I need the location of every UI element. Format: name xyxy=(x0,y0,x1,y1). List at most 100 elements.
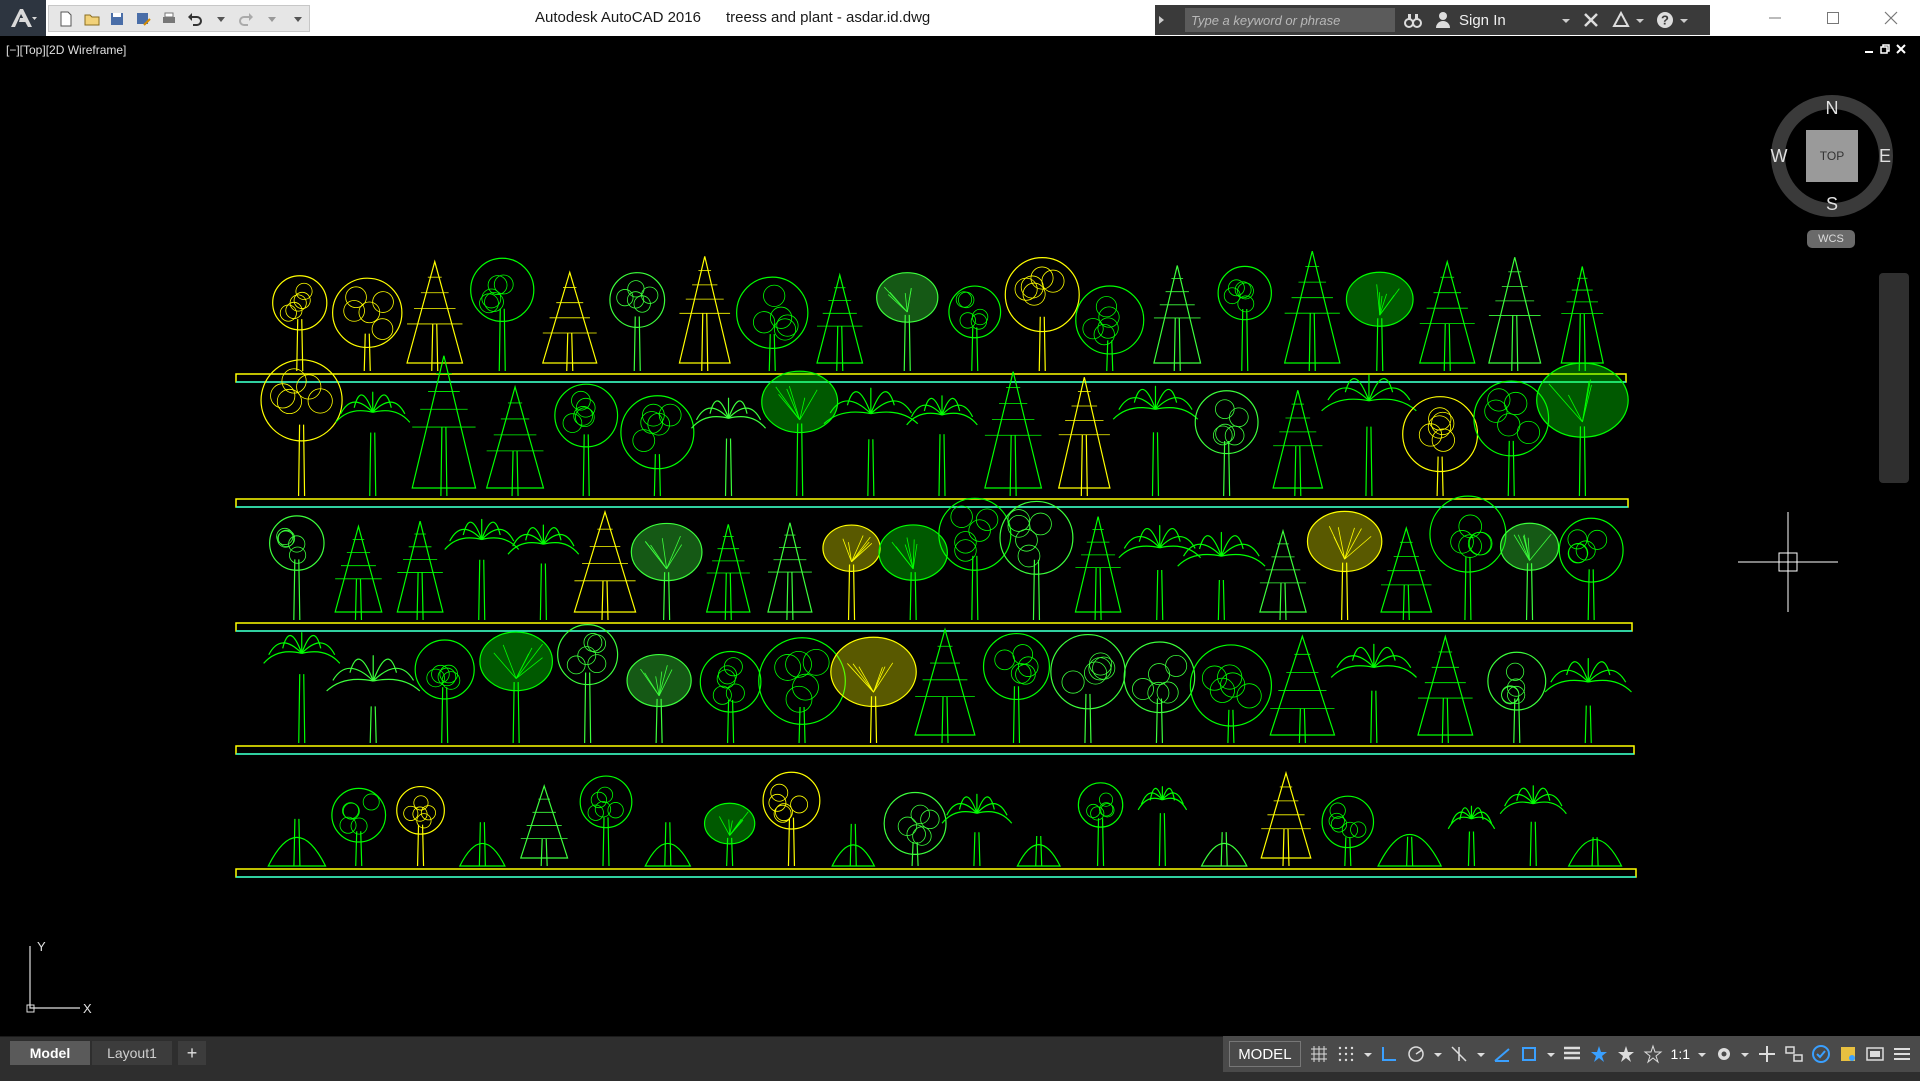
workspace-dropdown-icon[interactable] xyxy=(1738,1041,1752,1067)
tree-symbol[interactable] xyxy=(1418,259,1476,372)
hardware-acceleration-icon[interactable] xyxy=(1808,1041,1833,1067)
viewport-minimize-icon[interactable] xyxy=(1864,44,1874,54)
stay-connected-icon[interactable] xyxy=(1609,8,1633,32)
annotation-scale-icon[interactable] xyxy=(1641,1041,1666,1067)
units-icon[interactable] xyxy=(1781,1041,1806,1067)
tree-symbol[interactable] xyxy=(1402,396,1479,497)
viewport-restore-icon[interactable] xyxy=(1880,44,1890,54)
redo-dropdown-icon[interactable] xyxy=(261,8,283,30)
workspace-gear-icon[interactable] xyxy=(1711,1041,1736,1067)
tree-symbol[interactable] xyxy=(1075,285,1145,372)
tree-symbol[interactable] xyxy=(411,355,477,497)
tree-symbol[interactable] xyxy=(678,256,731,372)
tree-symbol[interactable] xyxy=(948,285,1002,372)
ortho-mode-icon[interactable] xyxy=(1377,1041,1402,1067)
tree-symbol[interactable] xyxy=(272,275,328,372)
tree-symbol[interactable] xyxy=(1074,516,1122,621)
tree-symbol[interactable] xyxy=(1189,644,1273,744)
tree-symbol[interactable] xyxy=(573,509,637,621)
tree-symbol[interactable] xyxy=(1447,805,1496,867)
open-folder-icon[interactable] xyxy=(81,8,103,30)
isodraft-icon[interactable] xyxy=(1447,1041,1472,1067)
new-file-icon[interactable] xyxy=(55,8,77,30)
help-icon[interactable]: ? xyxy=(1653,8,1677,32)
tree-symbol[interactable] xyxy=(644,822,692,867)
minimize-button[interactable] xyxy=(1746,0,1804,36)
object-snap-icon[interactable] xyxy=(1517,1041,1542,1067)
add-layout-button[interactable]: + xyxy=(178,1041,206,1065)
tree-symbol[interactable] xyxy=(1488,257,1542,372)
tree-symbol[interactable] xyxy=(1330,643,1417,744)
clean-screen-icon[interactable] xyxy=(1862,1041,1887,1067)
tree-symbol[interactable] xyxy=(269,515,325,621)
polar-dropdown-icon[interactable] xyxy=(1431,1041,1445,1067)
tree-symbol[interactable] xyxy=(396,785,445,867)
compass-west[interactable]: W xyxy=(1771,146,1788,166)
tree-symbol[interactable] xyxy=(762,771,821,867)
tree-symbol[interactable] xyxy=(609,272,666,372)
tree-symbol[interactable] xyxy=(414,639,475,744)
tree-symbol[interactable] xyxy=(1544,658,1632,744)
tree-symbol[interactable] xyxy=(267,818,327,867)
help-dropdown-icon[interactable] xyxy=(1677,8,1691,32)
tree-symbol[interactable] xyxy=(630,522,703,621)
autoscale-icon[interactable] xyxy=(1614,1041,1639,1067)
viewport-close-icon[interactable] xyxy=(1896,44,1906,54)
tree-symbol[interactable] xyxy=(554,383,619,497)
redo-icon[interactable] xyxy=(236,8,258,30)
application-menu-button[interactable] xyxy=(0,0,46,36)
tree-symbol[interactable] xyxy=(876,272,939,372)
tree-symbol[interactable] xyxy=(1016,835,1062,867)
tree-symbol[interactable] xyxy=(736,276,809,372)
close-button[interactable] xyxy=(1862,0,1920,36)
tree-symbol[interactable] xyxy=(557,624,619,744)
lineweight-icon[interactable] xyxy=(1560,1041,1585,1067)
tree-symbol[interactable] xyxy=(1123,641,1196,744)
tree-symbol[interactable] xyxy=(883,791,947,867)
tree-symbol[interactable] xyxy=(1345,271,1414,372)
tree-symbol[interactable] xyxy=(1321,795,1375,867)
tree-symbol[interactable] xyxy=(519,784,569,867)
plot-icon[interactable] xyxy=(158,8,180,30)
snap-dropdown-icon[interactable] xyxy=(1361,1041,1375,1067)
tree-symbol[interactable] xyxy=(626,653,692,744)
tree-symbol[interactable] xyxy=(761,370,839,497)
tree-symbol[interactable] xyxy=(1112,386,1199,497)
tree-symbol[interactable] xyxy=(938,497,1012,621)
compass-east[interactable]: E xyxy=(1879,146,1891,166)
binoculars-icon[interactable] xyxy=(1401,8,1425,32)
model-space-button[interactable]: MODEL xyxy=(1229,1041,1301,1067)
sign-in-link[interactable]: Sign In xyxy=(1459,12,1559,29)
tree-symbol[interactable] xyxy=(579,775,633,867)
tree-symbol[interactable] xyxy=(1560,266,1604,372)
isolate-objects-icon[interactable] xyxy=(1835,1041,1860,1067)
tree-symbol[interactable] xyxy=(331,787,387,867)
tree-symbol[interactable] xyxy=(260,359,343,497)
tree-symbol[interactable] xyxy=(332,277,403,372)
tree-symbol[interactable] xyxy=(816,272,864,372)
tree-symbol[interactable] xyxy=(479,631,554,744)
customization-menu-icon[interactable] xyxy=(1889,1041,1914,1067)
wcs-menu[interactable]: WCS xyxy=(1807,230,1855,248)
tree-symbol[interactable] xyxy=(334,524,383,621)
tree-symbol[interactable] xyxy=(941,793,1013,867)
tree-symbol[interactable] xyxy=(823,387,919,497)
navigation-bar[interactable] xyxy=(1879,273,1909,483)
stay-connected-dropdown-icon[interactable] xyxy=(1633,8,1647,32)
expand-arrow-icon[interactable] xyxy=(1157,8,1167,32)
tree-symbol[interactable] xyxy=(1380,526,1433,621)
tree-symbol[interactable] xyxy=(1050,633,1126,744)
tab-layout1[interactable]: Layout1 xyxy=(92,1041,172,1065)
compass-north[interactable]: N xyxy=(1826,98,1839,118)
tree-symbol[interactable] xyxy=(541,270,598,372)
tree-symbol[interactable] xyxy=(982,632,1051,744)
tree-symbol[interactable] xyxy=(878,524,948,621)
tree-symbol[interactable] xyxy=(1137,786,1188,867)
annotation-scale-value[interactable]: 1:1 xyxy=(1668,1046,1693,1062)
tree-symbol[interactable] xyxy=(444,519,520,621)
tree-symbol[interactable] xyxy=(1321,374,1417,497)
tree-symbol[interactable] xyxy=(1260,770,1312,867)
tree-symbol[interactable] xyxy=(1499,522,1560,621)
compass-south[interactable]: S xyxy=(1826,194,1838,214)
tree-symbol[interactable] xyxy=(703,802,756,867)
